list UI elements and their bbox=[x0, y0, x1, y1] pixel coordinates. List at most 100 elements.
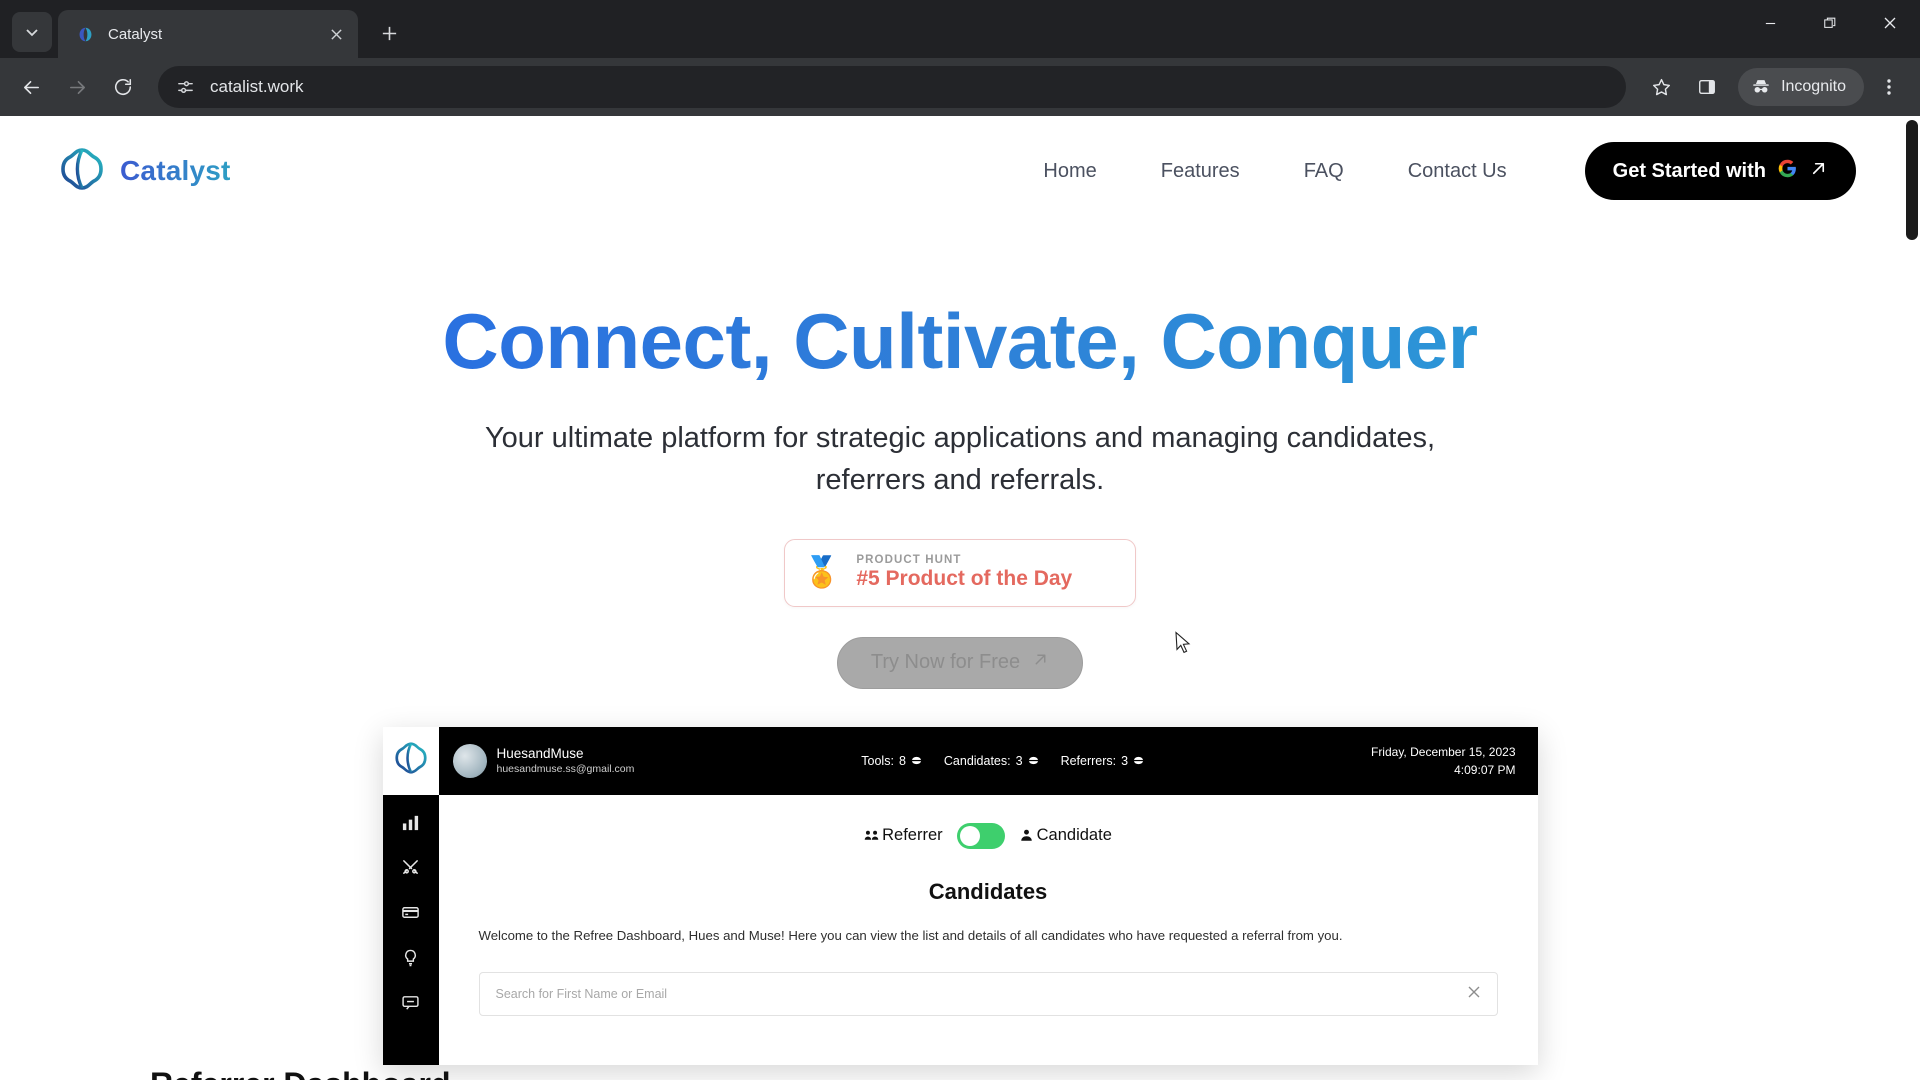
badge-icon bbox=[911, 757, 921, 765]
tools-icon[interactable] bbox=[401, 858, 420, 877]
dashboard-body: Referrer Candidate Candidates Welcome to… bbox=[382, 794, 1538, 1065]
star-icon bbox=[1652, 78, 1670, 95]
page-scrollbar-track[interactable] bbox=[1904, 116, 1920, 1080]
nav-item-contact-us[interactable]: Contact Us bbox=[1376, 150, 1539, 193]
page-viewport: Catalyst Home Features FAQ Contact Us Ge… bbox=[0, 116, 1920, 1080]
dashboard-heading: Candidates bbox=[928, 878, 1048, 904]
dashboard-search-placeholder: Search for First Name or Email bbox=[495, 987, 668, 1002]
browser-tab-catalyst[interactable]: Catalyst bbox=[58, 10, 358, 58]
maximize-icon bbox=[1824, 17, 1836, 28]
bookmark-button[interactable] bbox=[1640, 66, 1682, 108]
dashboard-stat-referrers-label: Referrers: bbox=[1060, 753, 1117, 768]
avatar bbox=[452, 743, 487, 778]
incognito-label: Incognito bbox=[1781, 78, 1846, 95]
three-dot-menu-icon bbox=[1887, 79, 1891, 95]
new-tab-button[interactable] bbox=[372, 16, 406, 50]
browser-window: Catalyst catalist.work Incognito Catalys… bbox=[0, 0, 1920, 1080]
product-hunt-text: PRODUCT HUNT #5 Product of the Day bbox=[856, 554, 1072, 591]
back-button[interactable] bbox=[10, 66, 52, 108]
dashboard-user-text: HuesandMuse huesandmuse.ss@gmail.com bbox=[497, 745, 635, 777]
dashboard-stat-candidates: Candidates: 3 bbox=[944, 754, 1039, 768]
incognito-indicator[interactable]: Incognito bbox=[1738, 68, 1864, 106]
catalyst-logo-icon bbox=[76, 25, 94, 43]
toggle-right-text: Candidate bbox=[1036, 826, 1112, 845]
try-now-button[interactable]: Try Now for Free bbox=[837, 636, 1083, 689]
dashboard-main: Referrer Candidate Candidates Welcome to… bbox=[438, 794, 1538, 1065]
tab-close-button[interactable] bbox=[324, 22, 348, 46]
chat-icon[interactable] bbox=[401, 993, 420, 1012]
address-bar-text: catalist.work bbox=[210, 77, 304, 96]
dashboard-stat-referrers: Referrers: 3 bbox=[1061, 754, 1145, 768]
feature-title: Referrer Dashboard bbox=[150, 1066, 570, 1080]
dashboard-user[interactable]: HuesandMuse huesandmuse.ss@gmail.com bbox=[439, 743, 635, 778]
window-maximize-button[interactable] bbox=[1800, 0, 1860, 46]
close-icon bbox=[1468, 986, 1479, 998]
dashboard-topbar: HuesandMuse huesandmuse.ss@gmail.com Too… bbox=[382, 726, 1538, 795]
badge-icon bbox=[1028, 757, 1038, 765]
dashboard-search-field[interactable]: Search for First Name or Email bbox=[478, 972, 1498, 1017]
hero-section: Connect, Cultivate, Conquer Your ultimat… bbox=[0, 226, 1920, 689]
credit-card-icon[interactable] bbox=[401, 903, 420, 922]
medal-icon: 🏅 bbox=[803, 555, 841, 589]
badge-icon bbox=[1134, 757, 1144, 765]
dashboard-time: 4:09:07 PM bbox=[1454, 762, 1516, 777]
dashboard-stat-tools: Tools: 8 bbox=[861, 754, 922, 768]
dashboard-user-email: huesandmuse.ss@gmail.com bbox=[496, 763, 635, 776]
reload-button[interactable] bbox=[102, 66, 144, 108]
dashboard-datetime: Friday, December 15, 2023 4:09:07 PM bbox=[1371, 743, 1516, 779]
catalyst-lens-icon bbox=[58, 145, 106, 198]
reload-icon bbox=[114, 78, 132, 96]
forward-button[interactable] bbox=[56, 66, 98, 108]
lightbulb-icon[interactable] bbox=[401, 948, 420, 967]
arrow-left-icon bbox=[23, 80, 39, 94]
page-settings-icon[interactable] bbox=[174, 76, 196, 98]
toggle-left-label: Referrer bbox=[864, 826, 943, 845]
site-nav-links: Home Features FAQ Contact Us bbox=[1011, 150, 1538, 193]
dashboard-stat-candidates-value: 3 bbox=[1015, 753, 1023, 768]
window-controls bbox=[1740, 0, 1920, 46]
nav-item-home[interactable]: Home bbox=[1011, 150, 1128, 193]
person-icon bbox=[1020, 829, 1032, 842]
dashboard-stat-tools-value: 8 bbox=[898, 753, 906, 768]
try-now-label: Try Now for Free bbox=[870, 651, 1021, 674]
nav-item-features[interactable]: Features bbox=[1129, 150, 1272, 193]
close-icon bbox=[1884, 17, 1896, 29]
mouse-cursor bbox=[1174, 631, 1194, 662]
tab-title: Catalyst bbox=[108, 25, 163, 43]
get-started-label: Get Started with bbox=[1612, 159, 1766, 182]
site-header: Catalyst Home Features FAQ Contact Us Ge… bbox=[0, 116, 1920, 226]
incognito-icon bbox=[1753, 80, 1769, 93]
address-bar[interactable]: catalist.work bbox=[158, 66, 1627, 108]
side-panel-button[interactable] bbox=[1686, 66, 1728, 108]
dashboard-search-clear-button[interactable] bbox=[1467, 985, 1481, 1004]
toggle-left-text: Referrer bbox=[882, 826, 943, 845]
close-icon bbox=[330, 28, 342, 40]
nav-item-faq[interactable]: FAQ bbox=[1272, 150, 1376, 193]
window-minimize-button[interactable] bbox=[1740, 0, 1800, 46]
side-panel-icon bbox=[1699, 79, 1716, 95]
browser-menu-button[interactable] bbox=[1868, 66, 1910, 108]
people-group-icon bbox=[864, 830, 879, 840]
arrow-right-icon bbox=[69, 80, 85, 94]
window-close-button[interactable] bbox=[1860, 0, 1920, 46]
get-started-button[interactable]: Get Started with bbox=[1584, 142, 1856, 200]
product-hunt-title: #5 Product of the Day bbox=[856, 567, 1073, 591]
dashboard-stat-referrers-value: 3 bbox=[1121, 753, 1129, 768]
dashboard-username: HuesandMuse bbox=[496, 745, 584, 761]
hero-headline: Connect, Cultivate, Conquer bbox=[0, 300, 1920, 383]
browser-toolbar: catalist.work Incognito bbox=[0, 58, 1920, 116]
hero-subheadline: Your ultimate platform for strategic app… bbox=[484, 421, 1436, 496]
referrer-candidate-switch[interactable] bbox=[956, 822, 1005, 849]
dashboard-screenshot: HuesandMuse huesandmuse.ss@gmail.com Too… bbox=[382, 726, 1538, 1065]
brand-logo[interactable]: Catalyst bbox=[58, 145, 231, 198]
dashboard-date: Friday, December 15, 2023 bbox=[1370, 744, 1516, 759]
catalyst-lens-icon bbox=[393, 740, 429, 781]
dashboard-logo[interactable] bbox=[382, 726, 439, 795]
bar-chart-icon[interactable] bbox=[401, 813, 420, 832]
arrow-up-right-icon bbox=[1809, 159, 1828, 183]
product-hunt-badge[interactable]: 🏅 PRODUCT HUNT #5 Product of the Day bbox=[784, 538, 1136, 607]
tab-strip: Catalyst bbox=[0, 0, 1920, 58]
page-scrollbar-thumb[interactable] bbox=[1906, 120, 1918, 240]
tab-search-button[interactable] bbox=[12, 12, 52, 52]
dashboard-stat-candidates-label: Candidates: bbox=[943, 753, 1011, 768]
